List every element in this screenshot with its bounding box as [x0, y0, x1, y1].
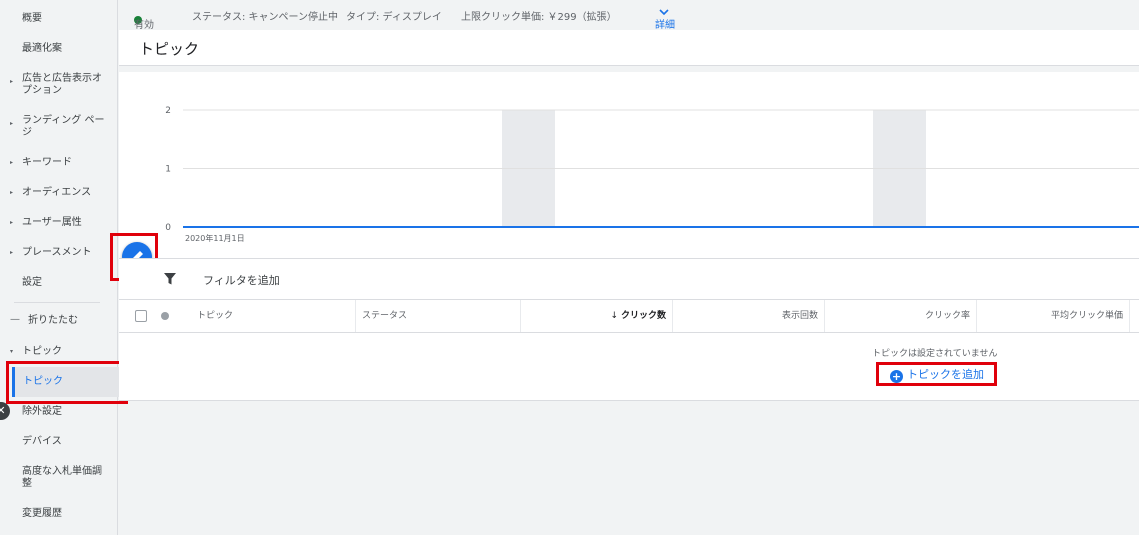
chevron-down-icon	[659, 9, 669, 16]
sidebar-item-label: 広告と広告表示オプション	[22, 73, 102, 96]
sidebar-divider	[14, 302, 100, 303]
details-link[interactable]: 詳細	[655, 8, 675, 31]
table-header: トピック ステータス ↓ クリック数 表示回数 クリック率 平均クリック単価	[119, 300, 1139, 333]
column-header-topic[interactable]: トピック	[197, 300, 355, 332]
highlight-box-add-topic	[876, 362, 997, 386]
sidebar-item-label: 設定	[22, 277, 42, 288]
add-filter-label: フィルタを追加	[203, 274, 280, 287]
sidebar-item-label: 高度な入札単価調整	[22, 466, 102, 489]
empty-message: トピックは設定されていません	[872, 349, 998, 359]
sidebar-group-label: トピック	[22, 346, 62, 357]
filter-bar[interactable]: フィルタを追加	[119, 258, 1139, 300]
sidebar-item-label: ユーザー属性	[22, 217, 82, 228]
expand-arrow-icon: ▸	[10, 219, 14, 226]
column-header-clicks[interactable]: ↓ クリック数	[520, 300, 672, 332]
max-cpc: 上限クリック単価: ￥299（拡張）	[461, 12, 617, 23]
status-dot-icon	[161, 312, 169, 320]
sidebar-item-label: 変更履歴	[22, 508, 62, 519]
collapse-icon: —	[10, 314, 20, 325]
select-all-checkbox[interactable]	[135, 310, 147, 322]
sort-down-arrow-icon: ↓	[610, 311, 618, 321]
column-divider	[1129, 300, 1139, 332]
campaign-status-bar: 有効 ステータス: キャンペーン停止中 タイプ: ディスプレイ 上限クリック単価…	[119, 0, 1139, 31]
highlight-box-sidebar-topic	[6, 361, 128, 404]
sidebar-item-label: 概要	[22, 13, 42, 24]
expand-arrow-icon: ▸	[10, 78, 14, 85]
sidebar: 概要 最適化案 ▸ 広告と広告表示オプション ▸ ランディング ページ ▸ キー…	[0, 0, 128, 535]
sidebar-item-label: オーディエンス	[22, 187, 92, 198]
page-header: トピック	[119, 30, 1139, 66]
expand-arrow-icon: ▸	[10, 249, 14, 256]
sidebar-item-label: 最適化案	[22, 43, 62, 54]
expand-arrow-icon: ▸	[10, 120, 14, 127]
expanded-arrow-icon: ▾	[10, 348, 14, 355]
sidebar-item-label: ランディング ページ	[22, 115, 105, 138]
expand-arrow-icon: ▸	[10, 159, 14, 166]
sidebar-item-label: 除外設定	[22, 406, 62, 417]
column-header-impressions[interactable]: 表示回数	[672, 300, 824, 332]
performance-chart: 0 1 2 2020年11月1日	[119, 72, 1139, 258]
sidebar-collapse-label: 折りたたむ	[28, 315, 78, 326]
x-tick-label: 2020年11月1日	[185, 233, 245, 243]
sidebar-item-label: キーワード	[22, 157, 72, 168]
column-header-ctr[interactable]: クリック率	[824, 300, 976, 332]
chart-svg: 0 1 2 2020年11月1日	[165, 106, 1139, 243]
y-tick-label: 2	[165, 106, 171, 116]
sidebar-item-label: プレースメント	[22, 247, 92, 258]
column-header-status[interactable]: ステータス	[355, 300, 520, 332]
y-tick-label: 1	[165, 165, 171, 175]
campaign-status: ステータス: キャンペーン停止中	[192, 12, 339, 23]
y-tick-label: 0	[165, 223, 171, 233]
filter-icon	[164, 273, 176, 285]
page-title: トピック	[139, 40, 200, 58]
expand-arrow-icon: ▸	[10, 189, 14, 196]
column-header-avg-cpc[interactable]: 平均クリック単価	[976, 300, 1129, 332]
sidebar-item-label: デバイス	[22, 436, 62, 447]
campaign-type: タイプ: ディスプレイ	[346, 12, 442, 23]
